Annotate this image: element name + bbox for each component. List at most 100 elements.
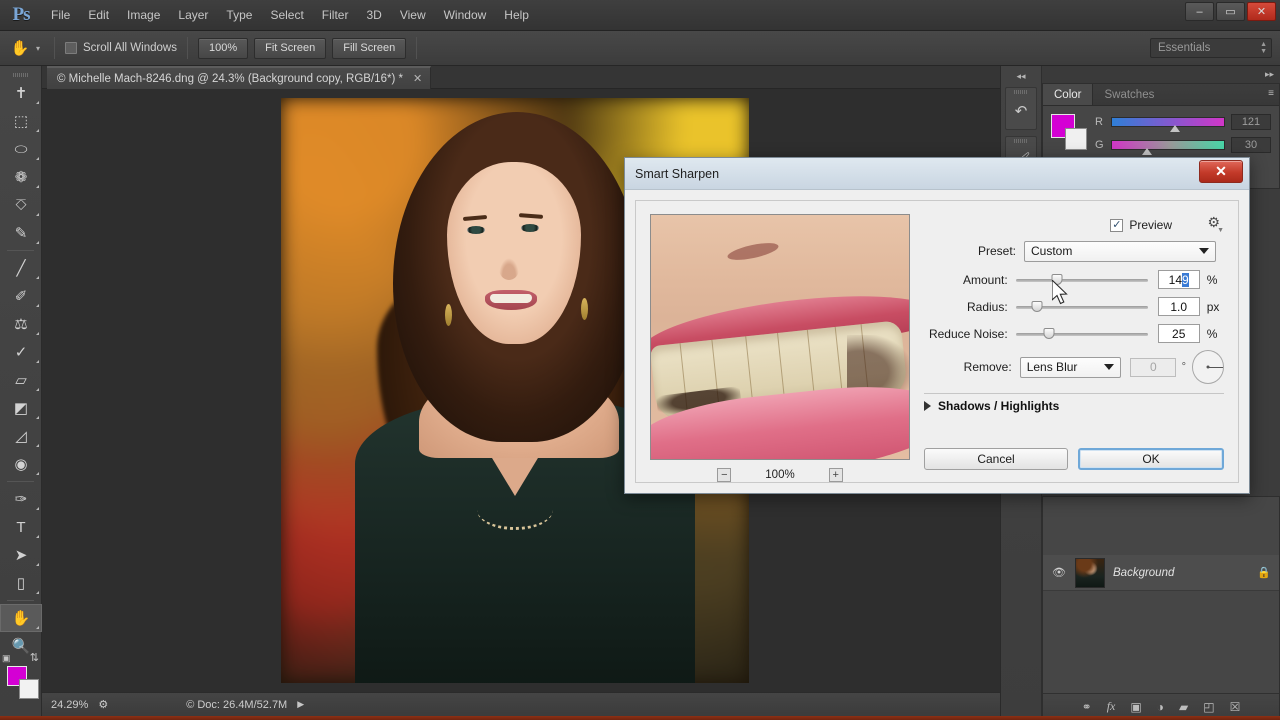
maximize-button[interactable]: ▭ xyxy=(1216,2,1245,21)
reduce-noise-slider[interactable] xyxy=(1015,327,1148,341)
menu-type[interactable]: Type xyxy=(217,0,261,31)
menu-file[interactable]: File xyxy=(42,0,79,31)
dialog-title-bar[interactable]: Smart Sharpen ✕ xyxy=(625,158,1249,190)
adjustment-layer-icon[interactable]: ◑ xyxy=(1157,700,1164,714)
spot-healing-brush-tool[interactable]: ╱ xyxy=(0,254,42,282)
visibility-icon[interactable]: 👁 xyxy=(1051,566,1067,579)
amount-value[interactable]: 14 9 xyxy=(1157,270,1200,289)
layer-mask-icon[interactable]: ▣ xyxy=(1130,700,1141,714)
table-row[interactable]: 👁 Background 🔒 xyxy=(1043,555,1279,591)
marquee-tool[interactable]: ⬚ xyxy=(0,107,42,135)
scroll-all-windows-checkbox[interactable] xyxy=(65,42,78,54)
eyedropper-tool[interactable]: ✎ xyxy=(0,219,42,247)
new-group-icon[interactable]: ▰ xyxy=(1179,700,1188,714)
panel-grip-2[interactable] xyxy=(1006,137,1036,145)
hand-icon[interactable]: ✋ xyxy=(6,35,34,61)
brush-tool[interactable]: ✐ xyxy=(0,282,42,310)
menu-image[interactable]: Image xyxy=(118,0,169,31)
tab-color[interactable]: Color xyxy=(1043,84,1094,105)
fill-screen-button[interactable]: Fill Screen xyxy=(332,37,407,59)
menu-select[interactable]: Select xyxy=(261,0,312,31)
lasso-tool[interactable]: ⬭ xyxy=(0,135,42,163)
history-panel-group[interactable]: ↶ xyxy=(1005,87,1037,130)
blur-tool[interactable]: ◿ xyxy=(0,422,42,450)
clone-stamp-tool[interactable]: ⚖ xyxy=(0,310,42,338)
history-panel-icon[interactable]: ↶ xyxy=(1006,96,1036,126)
swap-colors-icon[interactable]: ⇅ xyxy=(30,651,39,664)
ok-button[interactable]: OK xyxy=(1078,448,1224,470)
delete-layer-icon[interactable]: ☒ xyxy=(1230,700,1241,714)
channel-slider-r[interactable] xyxy=(1111,117,1225,132)
minimize-button[interactable]: – xyxy=(1185,2,1214,21)
link-layers-icon[interactable]: ⚭ xyxy=(1082,700,1092,714)
status-menu-arrow-icon[interactable]: ▶ xyxy=(297,699,304,710)
preview-checkbox-row: ✓ Preview ⚙ ▼ xyxy=(924,214,1224,236)
collapse-panels-icon[interactable]: ◂◂ xyxy=(1001,68,1041,85)
eraser-tool[interactable]: ▱ xyxy=(0,366,42,394)
pen-tool[interactable]: ✑ xyxy=(0,485,42,513)
background-swatch[interactable] xyxy=(1065,128,1087,150)
gradient-tool[interactable]: ◩ xyxy=(0,394,42,422)
dock-expand-icon[interactable]: ▸▸ xyxy=(1042,66,1280,83)
layer-style-icon[interactable]: fx xyxy=(1107,699,1116,714)
new-layer-icon[interactable]: ◰ xyxy=(1203,700,1214,714)
channel-slider-g[interactable] xyxy=(1111,140,1225,155)
amount-slider[interactable] xyxy=(1015,273,1148,287)
path-selection-tool[interactable]: ➤ xyxy=(0,541,42,569)
reduce-noise-label: Reduce Noise: xyxy=(928,326,1008,341)
zoom-100-button[interactable]: 100% xyxy=(197,37,249,59)
tab-swatches[interactable]: Swatches xyxy=(1093,84,1165,105)
menu-layer[interactable]: Layer xyxy=(169,0,217,31)
taskbar-strip xyxy=(0,716,1280,720)
menu-window[interactable]: Window xyxy=(435,0,496,31)
preview-image[interactable] xyxy=(650,214,910,460)
close-icon[interactable]: ✕ xyxy=(413,72,422,85)
angle-value[interactable]: 0 xyxy=(1130,357,1177,377)
cancel-button[interactable]: Cancel xyxy=(924,448,1068,470)
tools-panel-grip[interactable] xyxy=(0,70,41,79)
smart-sharpen-dialog[interactable]: Smart Sharpen ✕ − 100% + ✓ Preview ⚙ ▼ P… xyxy=(624,157,1250,494)
radius-value[interactable]: 1.0 xyxy=(1157,297,1200,316)
menu-edit[interactable]: Edit xyxy=(79,0,118,31)
zoom-out-button[interactable]: − xyxy=(717,468,732,482)
lock-icon[interactable]: 🔒 xyxy=(1257,566,1271,579)
shadows-highlights-toggle[interactable]: Shadows / Highlights xyxy=(924,394,1224,418)
dialog-close-button[interactable]: ✕ xyxy=(1199,160,1243,183)
crop-tool[interactable]: ⎏ xyxy=(0,191,42,219)
radius-slider[interactable] xyxy=(1015,300,1148,314)
menu-filter[interactable]: Filter xyxy=(313,0,358,31)
angle-dial[interactable] xyxy=(1191,350,1224,384)
chevron-down-icon[interactable]: ▼ xyxy=(1217,227,1224,234)
close-button[interactable]: ✕ xyxy=(1247,2,1276,21)
hand-tool[interactable]: ✋ xyxy=(0,604,42,632)
workspace-spinner-icon[interactable]: ▲ ▼ xyxy=(1260,41,1267,55)
panel-menu-icon[interactable]: ≡ xyxy=(1268,89,1274,99)
history-brush-tool[interactable]: ✓ xyxy=(0,338,42,366)
zoom-in-button[interactable]: + xyxy=(828,468,843,482)
zoom-level[interactable]: 24.29% xyxy=(51,699,88,711)
workspace-selector[interactable]: Essentials ▲ ▼ xyxy=(1150,38,1272,58)
menu-3d[interactable]: 3D xyxy=(357,0,390,31)
panel-grip[interactable] xyxy=(1006,88,1036,96)
preset-select[interactable]: Custom xyxy=(1024,240,1216,262)
options-divider-3 xyxy=(416,37,418,59)
tool-preset-caret-icon[interactable]: ▾ xyxy=(36,44,40,53)
layer-thumbnail[interactable] xyxy=(1075,557,1105,588)
menu-view[interactable]: View xyxy=(391,0,435,31)
type-tool[interactable]: T xyxy=(0,513,42,541)
fit-screen-button[interactable]: Fit Screen xyxy=(254,37,327,59)
background-color-swatch[interactable] xyxy=(19,679,39,699)
reduce-noise-value[interactable]: 25 xyxy=(1157,324,1200,343)
preview-checkbox[interactable]: ✓ xyxy=(1110,218,1124,232)
dodge-tool[interactable]: ◉ xyxy=(0,450,42,478)
document-tab[interactable]: © Michelle Mach-8246.dng @ 24.3% (Backgr… xyxy=(47,66,432,89)
quick-selection-tool[interactable]: ❁ xyxy=(0,163,42,191)
rectangle-tool[interactable]: ▯ xyxy=(0,569,42,597)
default-colors-icon[interactable]: ▣ xyxy=(2,653,11,664)
channel-value-g[interactable]: 30 xyxy=(1231,137,1271,153)
teeth xyxy=(490,294,532,303)
move-tool[interactable]: ✝ xyxy=(0,79,42,107)
remove-select[interactable]: Lens Blur xyxy=(1019,356,1122,378)
menu-help[interactable]: Help xyxy=(495,0,538,31)
channel-value-r[interactable]: 121 xyxy=(1231,114,1271,130)
